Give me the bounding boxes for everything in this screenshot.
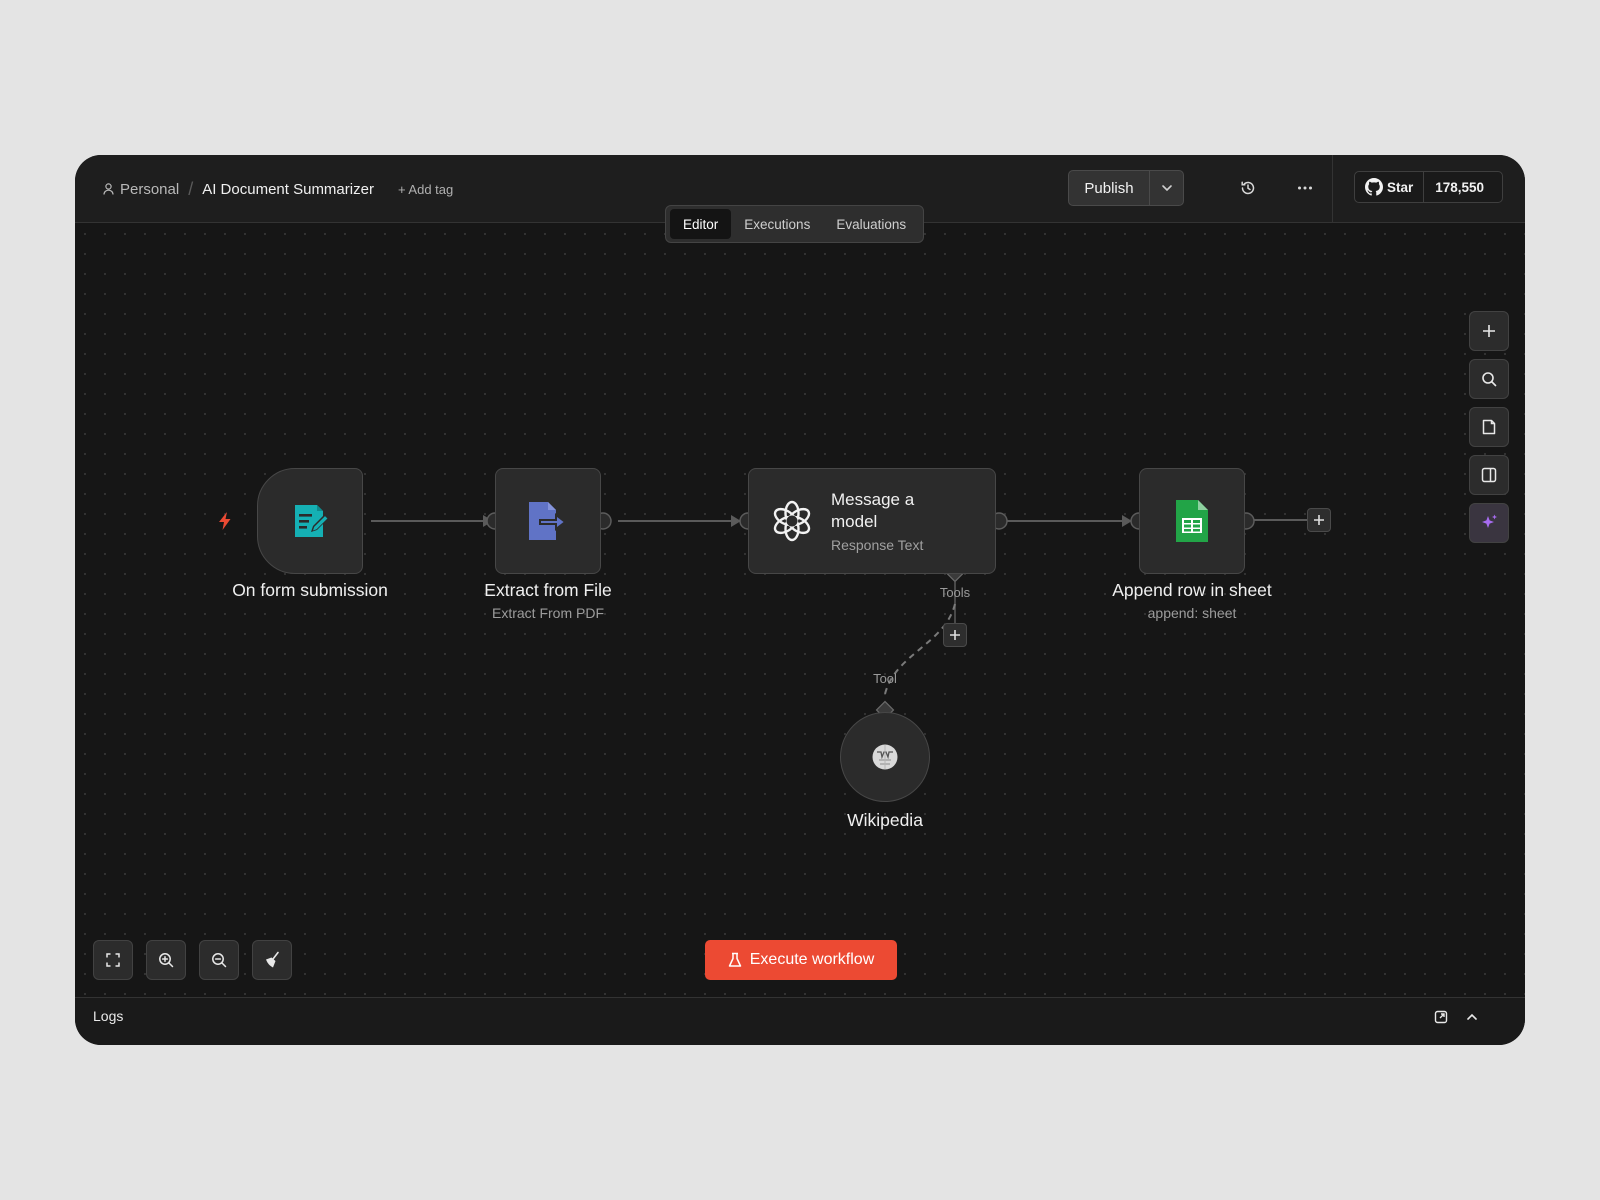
search-icon bbox=[1482, 372, 1497, 387]
search-nodes-button[interactable] bbox=[1469, 359, 1509, 399]
node-label: Wikipedia bbox=[847, 810, 923, 830]
add-tool-button[interactable] bbox=[943, 623, 967, 647]
github-icon bbox=[1365, 178, 1383, 196]
logs-panel-bar[interactable]: Logs bbox=[75, 997, 1525, 1045]
add-node-button[interactable] bbox=[1469, 311, 1509, 351]
breadcrumb-separator: / bbox=[188, 178, 194, 199]
pop-out-logs-button[interactable] bbox=[1430, 1006, 1452, 1028]
execute-workflow-button[interactable]: Execute workflow bbox=[705, 940, 897, 980]
node-wikipedia[interactable] bbox=[840, 712, 930, 802]
node-extract-from-file[interactable] bbox=[495, 468, 601, 574]
pop-out-icon bbox=[1434, 1010, 1448, 1024]
add-next-node-button[interactable] bbox=[1307, 508, 1331, 532]
workflow-name[interactable]: AI Document Summarizer bbox=[202, 181, 374, 198]
connections-layer bbox=[345, 512, 1307, 720]
zoom-out-icon bbox=[212, 953, 227, 968]
node-form-trigger[interactable] bbox=[257, 468, 363, 574]
chevron-down-icon bbox=[1161, 185, 1172, 192]
ai-assistant-button[interactable] bbox=[1469, 503, 1509, 543]
publish-dropdown-button[interactable] bbox=[1149, 171, 1183, 205]
workflow-canvas[interactable]: On form submission Extract from File Ext… bbox=[75, 224, 1525, 997]
header-divider bbox=[1332, 155, 1333, 223]
node-subtitle: Extract From PDF bbox=[491, 605, 605, 621]
fit-view-button[interactable] bbox=[93, 940, 133, 980]
form-icon bbox=[295, 505, 329, 537]
tools-connector-label: Tools bbox=[939, 585, 971, 600]
node-text: Message a model Response Text bbox=[831, 489, 961, 553]
publish-button[interactable]: Publish bbox=[1069, 180, 1149, 197]
google-sheets-icon bbox=[1176, 500, 1208, 542]
canvas-side-toolbar bbox=[1469, 311, 1509, 551]
more-horizontal-icon bbox=[1298, 186, 1312, 190]
expand-logs-button[interactable] bbox=[1461, 1006, 1483, 1028]
add-sticky-note-button[interactable] bbox=[1469, 407, 1509, 447]
file-extract-icon bbox=[529, 502, 566, 540]
execute-workflow-label: Execute workflow bbox=[749, 951, 875, 968]
plus-icon bbox=[1483, 325, 1495, 337]
project-name: Personal bbox=[120, 180, 180, 198]
node-label: Extract from File bbox=[484, 580, 612, 600]
publish-button-group: Publish bbox=[1068, 170, 1184, 206]
flask-icon bbox=[728, 952, 741, 967]
node-label: Append row in sheet bbox=[1112, 580, 1272, 600]
node-message-a-model[interactable]: Message a model Response Text bbox=[748, 468, 996, 574]
sticky-note-icon bbox=[1482, 419, 1496, 435]
zoom-in-button[interactable] bbox=[146, 940, 186, 980]
canvas-zoom-controls bbox=[93, 940, 305, 980]
tool-connector-label: Tool bbox=[873, 671, 897, 686]
tidy-up-button[interactable] bbox=[252, 940, 292, 980]
wikipedia-icon bbox=[872, 744, 898, 770]
node-subtitle: Response Text bbox=[831, 537, 924, 553]
tab-editor[interactable]: Editor bbox=[670, 209, 732, 239]
project-link[interactable]: Personal bbox=[103, 181, 179, 198]
lightning-icon bbox=[219, 512, 231, 530]
view-tabs: Editor Executions Evaluations bbox=[665, 205, 925, 243]
github-star-button[interactable]: Star 178,550 bbox=[1354, 171, 1503, 203]
zoom-in-icon bbox=[159, 953, 174, 968]
panel-right-icon bbox=[1481, 467, 1497, 483]
tab-evaluations[interactable]: Evaluations bbox=[823, 209, 919, 239]
sparkle-icon bbox=[1482, 514, 1497, 528]
logs-title: Logs bbox=[93, 1008, 124, 1024]
github-star-label: Star bbox=[1387, 179, 1414, 195]
zoom-out-button[interactable] bbox=[199, 940, 239, 980]
openai-icon bbox=[773, 500, 811, 542]
breadcrumb: Personal / AI Document Summarizer + Add … bbox=[103, 155, 453, 223]
github-star-count: 178,550 bbox=[1435, 179, 1485, 195]
history-button[interactable] bbox=[1233, 173, 1263, 203]
node-append-row-in-sheet[interactable] bbox=[1139, 468, 1245, 574]
node-label: On form submission bbox=[232, 580, 388, 600]
add-tag-button[interactable]: + Add tag bbox=[398, 182, 453, 197]
more-options-button[interactable] bbox=[1290, 173, 1320, 203]
broom-icon bbox=[266, 951, 279, 968]
tab-executions[interactable]: Executions bbox=[731, 209, 823, 239]
workflow-editor-window: Personal / AI Document Summarizer + Add … bbox=[75, 155, 1525, 1045]
user-icon bbox=[103, 183, 114, 195]
toggle-panel-button[interactable] bbox=[1469, 455, 1509, 495]
node-title: Message a model bbox=[831, 490, 915, 531]
node-subtitle: append: sheet bbox=[1147, 605, 1237, 621]
plus-icon bbox=[950, 630, 960, 640]
chevron-up-icon bbox=[1467, 1013, 1477, 1020]
history-icon bbox=[1241, 181, 1255, 195]
fit-view-icon bbox=[106, 953, 120, 967]
plus-icon bbox=[1314, 515, 1324, 525]
